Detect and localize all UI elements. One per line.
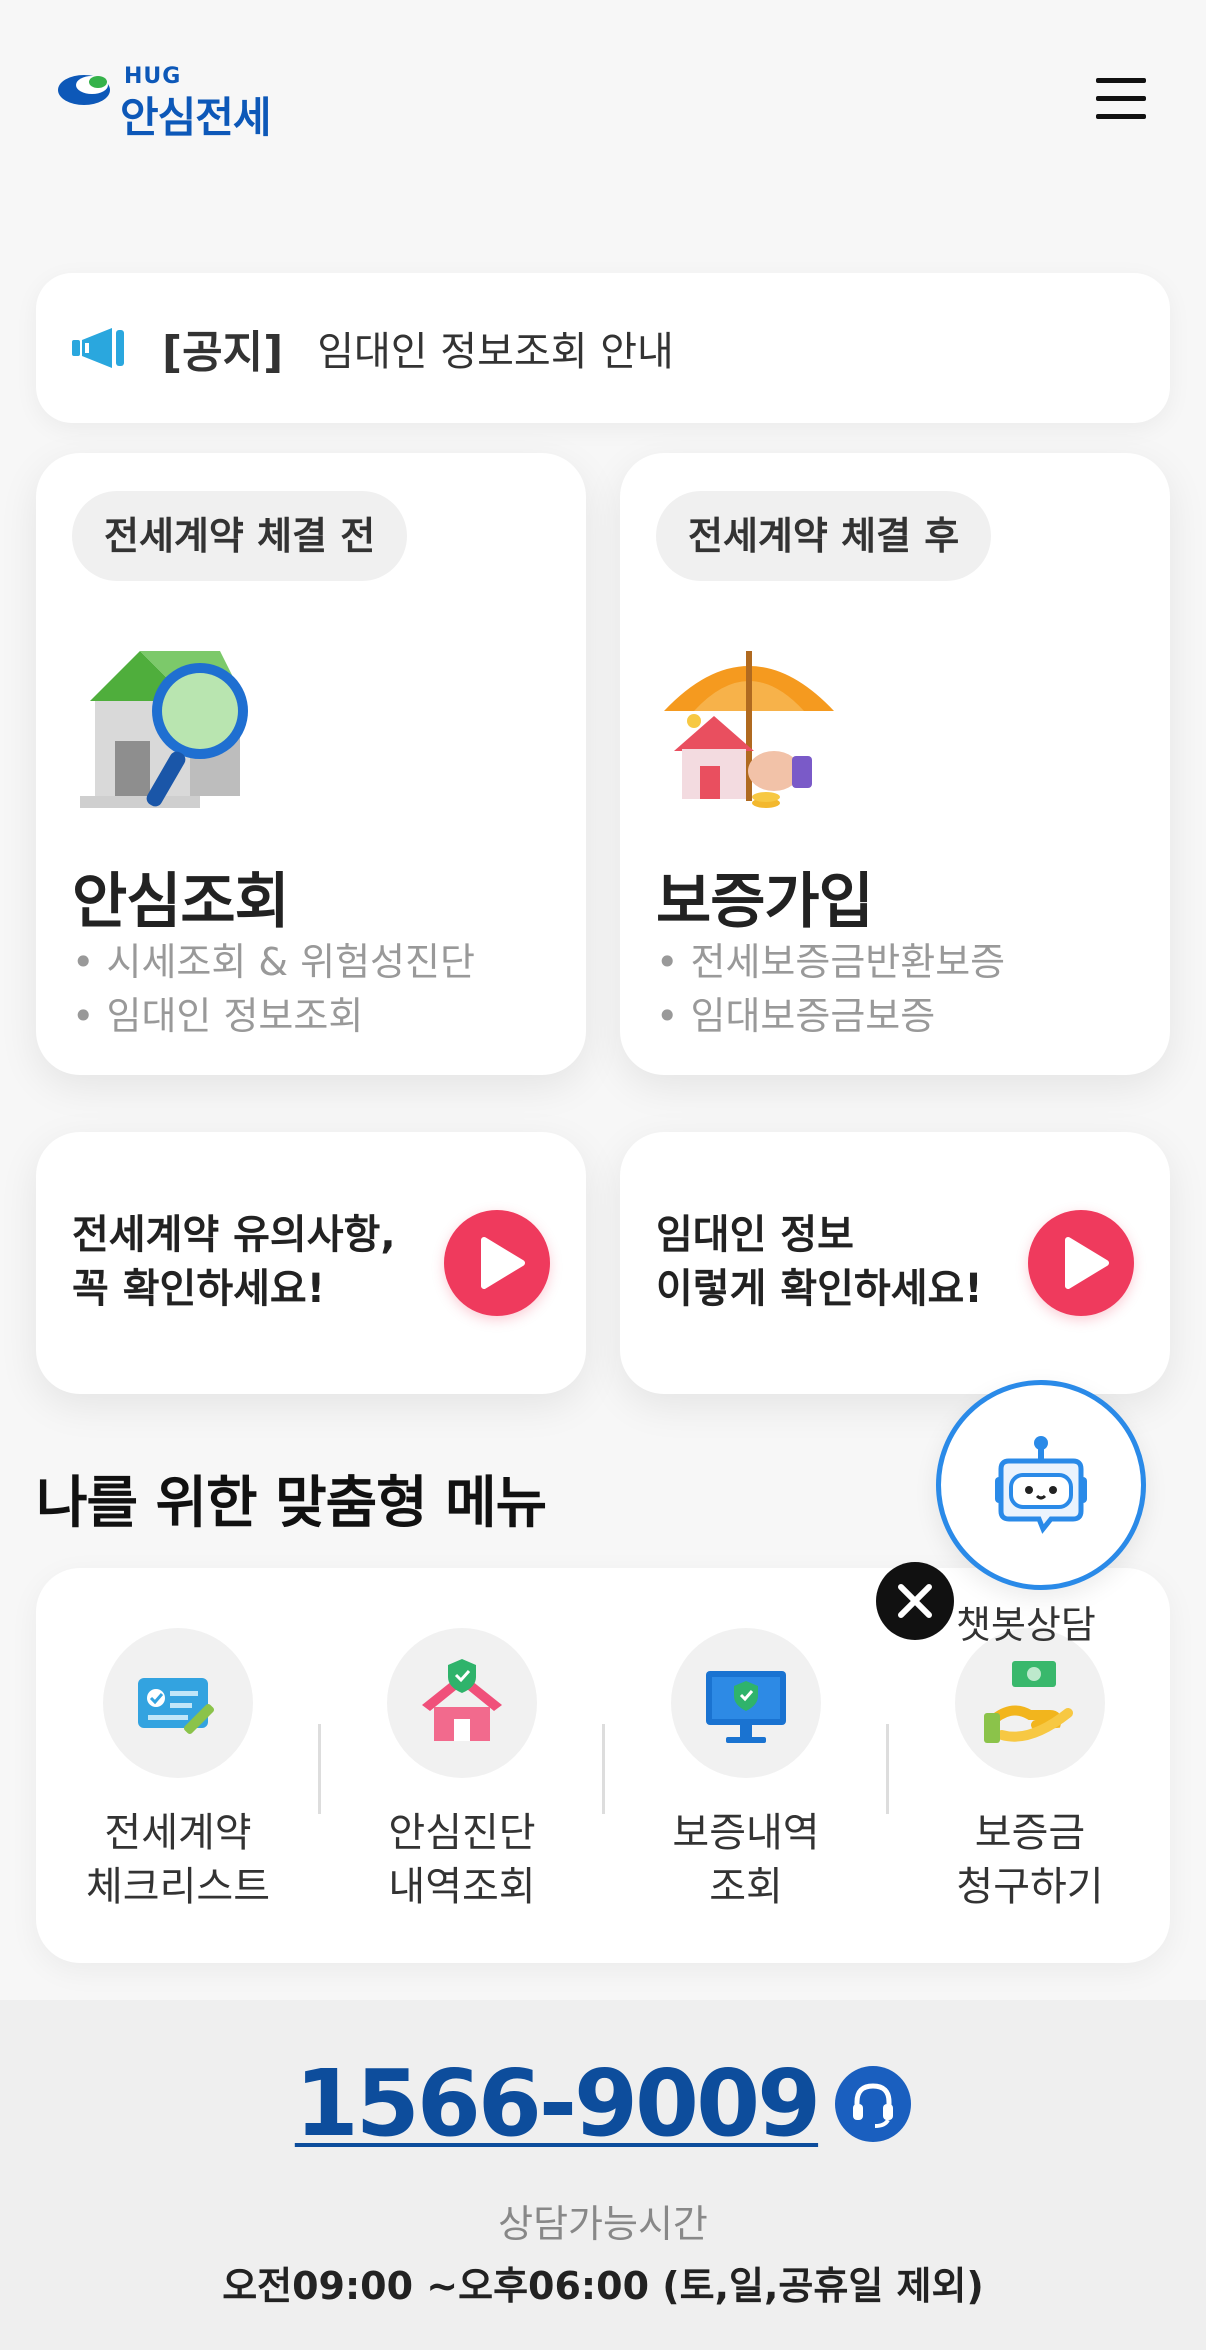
phone-row: 1566-9009 (0, 2050, 1206, 2157)
custom-menu-title: 나를 위한 맞춤형 메뉴 (36, 1471, 547, 1536)
card-item: • 임대인 정보조회 (72, 994, 364, 1038)
menu-icon-circle (387, 1628, 537, 1778)
hamburger-line (1096, 114, 1146, 119)
checklist-card-icon (138, 1678, 215, 1735)
menu-item-deposit-claim[interactable]: 보증금 청구하기 (900, 1628, 1160, 1928)
video-card-line: 꼭 확인하세요! (72, 1266, 325, 1312)
hamburger-menu-icon[interactable] (1094, 76, 1148, 122)
menu-label-line: 조회 (709, 1864, 783, 1910)
house-shield-icon (422, 1659, 502, 1741)
card-title: 보증가입 (656, 867, 874, 937)
close-icon (898, 1584, 932, 1618)
notice-banner[interactable]: [공지] 임대인 정보조회 안내 (36, 273, 1170, 423)
menu-icon-circle (671, 1628, 821, 1778)
video-card-line: 전세계약 유의사항, (72, 1212, 396, 1258)
menu-label-line: 보증내역 (672, 1810, 820, 1856)
play-button[interactable] (444, 1210, 550, 1316)
call-center-number[interactable]: 1566-9009 (295, 2050, 821, 2157)
hug-logo-mark-icon (58, 75, 110, 105)
menu-item-guarantee-history[interactable]: 보증내역 조회 (616, 1628, 876, 1928)
menu-label-line: 청구하기 (956, 1864, 1104, 1910)
card-title: 안심조회 (72, 867, 290, 937)
chatbot-label: 챗봇상담 (956, 1603, 1096, 1647)
video-card-contract-notes[interactable]: 전세계약 유의사항, 꼭 확인하세요! (36, 1132, 586, 1394)
video-card-text: 임대인 정보 이렇게 확인하세요! (656, 1208, 983, 1316)
consult-hours: 오전09:00 ~오후06:00 (토,일,공휴일 제외) (222, 2264, 984, 2308)
hamburger-line (1096, 78, 1146, 83)
menu-item-label: 안심진단 내역조회 (332, 1806, 592, 1914)
menu-divider (318, 1724, 321, 1814)
hamburger-line (1096, 96, 1146, 101)
play-icon (1065, 1237, 1109, 1289)
play-button[interactable] (1028, 1210, 1134, 1316)
menu-item-checklist[interactable]: 전세계약 체크리스트 (48, 1628, 308, 1928)
chatbot-close-button[interactable] (876, 1562, 954, 1640)
card-pill-before-contract: 전세계약 체결 전 (72, 491, 408, 581)
menu-icon-circle (955, 1628, 1105, 1778)
video-card-line: 임대인 정보 (656, 1212, 854, 1258)
play-icon (481, 1237, 525, 1289)
menu-divider (602, 1724, 605, 1814)
headset-icon[interactable] (835, 2065, 912, 2142)
logo-main-text: 안심전세 (120, 93, 272, 142)
video-card-landlord-info[interactable]: 임대인 정보 이렇게 확인하세요! (620, 1132, 1170, 1394)
app-header: HUG 안심전세 (0, 0, 1206, 200)
monitor-shield-icon (706, 1671, 786, 1743)
hand-money-icon (984, 1661, 1073, 1743)
video-card-text: 전세계약 유의사항, 꼭 확인하세요! (72, 1208, 396, 1316)
video-card-line: 이렇게 확인하세요! (656, 1266, 983, 1312)
menu-label-line: 내역조회 (388, 1864, 536, 1910)
hug-logo[interactable]: HUG 안심전세 (58, 62, 298, 142)
menu-label-line: 안심진단 (388, 1810, 536, 1856)
menu-item-label: 보증내역 조회 (616, 1806, 876, 1914)
safe-inquiry-card[interactable]: 전세계약 체결 전 안심조회 • 시세조회 & 위험성진단 • 임대인 정보조회 (36, 453, 586, 1075)
menu-label-line: 보증금 (974, 1810, 1086, 1856)
chatbot-button[interactable] (936, 1380, 1146, 1590)
menu-item-label: 보증금 청구하기 (900, 1806, 1160, 1914)
card-item: • 전세보증금반환보증 (656, 940, 1006, 984)
card-item: • 임대보증금보증 (656, 994, 936, 1038)
card-item: • 시세조회 & 위험성진단 (72, 940, 475, 984)
footer: 1566-9009 상담가능시간 오전09:00 ~오후06:00 (토,일,공… (0, 2000, 1206, 2350)
house-magnifier-illustration (80, 651, 248, 808)
menu-divider (886, 1724, 889, 1814)
notice-tag: [공지] (162, 327, 284, 378)
menu-item-label: 전세계약 체크리스트 (48, 1806, 308, 1914)
house-umbrella-illustration (664, 651, 834, 808)
guarantee-signup-card[interactable]: 전세계약 체결 후 보증가입 • 전세보증금반환보증 • 임대보증금보증 (620, 453, 1170, 1075)
consult-hours-label: 상담가능시간 (498, 2202, 708, 2246)
card-pill-after-contract: 전세계약 체결 후 (656, 491, 992, 581)
headset-glyph (853, 2082, 894, 2128)
notice-text: 임대인 정보조회 안내 (317, 329, 674, 375)
menu-icon-circle (103, 1628, 253, 1778)
megaphone-icon (72, 328, 124, 368)
robot-icon (995, 1436, 1087, 1534)
menu-label-line: 체크리스트 (86, 1864, 270, 1910)
menu-item-diagnosis-history[interactable]: 안심진단 내역조회 (332, 1628, 592, 1928)
menu-label-line: 전세계약 (104, 1810, 252, 1856)
